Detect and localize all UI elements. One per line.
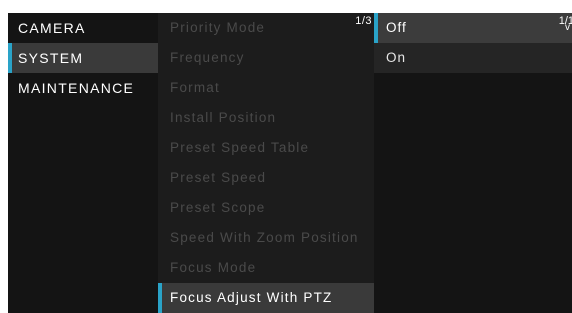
option-on[interactable]: On [374,43,572,73]
menu-item-frequency[interactable]: Frequency [158,43,374,73]
menu-item-label: Speed With Zoom Position [170,230,359,245]
menu-item-label: Frequency [170,50,245,65]
category-label: MAINTENANCE [18,80,135,96]
menu-item-install-position[interactable]: Install Position [158,103,374,133]
option-list: Off On 1/1 v [374,13,572,313]
menu-item-preset-speed-table[interactable]: Preset Speed Table [158,133,374,163]
menu-item-label: Install Position [170,110,277,125]
menu-page-indicator: 1/3 [355,15,372,27]
category-label: CAMERA [18,20,86,36]
scroll-down-icon: v [565,22,570,33]
menu-item-priority-mode[interactable]: Priority Mode [158,13,374,43]
menu-item-label: Focus Adjust With PTZ [170,290,333,305]
menu-item-speed-with-zoom-position[interactable]: Speed With Zoom Position [158,223,374,253]
category-maintenance[interactable]: MAINTENANCE [8,73,158,103]
menu-item-label: Priority Mode [170,20,266,35]
camera-osd-menu: CAMERA SYSTEM MAINTENANCE Priority Mode … [8,13,572,313]
menu-item-preset-speed[interactable]: Preset Speed [158,163,374,193]
menu-item-label: Focus Mode [170,260,257,275]
option-off[interactable]: Off [374,13,572,43]
menu-item-label: Preset Scope [170,200,266,215]
option-label: Off [386,20,407,35]
option-label: On [386,50,407,65]
menu-item-label: Preset Speed Table [170,140,310,155]
menu-item-focus-mode[interactable]: Focus Mode [158,253,374,283]
category-label: SYSTEM [18,50,84,66]
menu-item-focus-adjust-with-ptz[interactable]: Focus Adjust With PTZ [158,283,374,313]
menu-item-format[interactable]: Format [158,73,374,103]
menu-item-label: Preset Speed [170,170,267,185]
menu-item-preset-scope[interactable]: Preset Scope [158,193,374,223]
category-camera[interactable]: CAMERA [8,13,158,43]
category-list: CAMERA SYSTEM MAINTENANCE [8,13,158,313]
menu-item-label: Format [170,80,220,95]
category-system[interactable]: SYSTEM [8,43,158,73]
system-menu-list: Priority Mode Frequency Format Install P… [158,13,374,313]
